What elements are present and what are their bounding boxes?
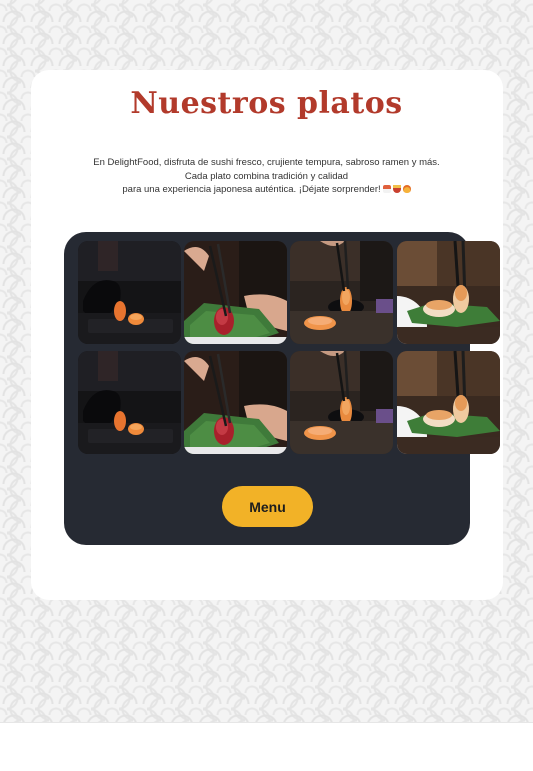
gallery-image-salmon-chopsticks-2[interactable]	[290, 351, 393, 454]
description-line-1: En DelightFood, disfruta de sushi fresco…	[93, 157, 440, 168]
gallery-image-salmon-leaf-plate-2[interactable]	[397, 351, 500, 454]
salmon-leaf-plate-photo	[397, 241, 500, 344]
section-description: En DelightFood, disfruta de sushi fresco…	[40, 156, 493, 197]
ramen-icon	[392, 185, 401, 193]
salmon-chopsticks-photo	[290, 351, 393, 454]
gallery-image-gloved-hand-salmon-2[interactable]	[78, 351, 181, 454]
fire-icon	[402, 185, 411, 193]
tuna-chopsticks-photo	[184, 241, 287, 344]
description-line-3: para una experiencia japonesa auténtica.…	[122, 184, 381, 195]
salmon-chopsticks-photo	[290, 241, 393, 344]
description-line-3-wrapper: para una experiencia japonesa auténtica.…	[40, 183, 493, 197]
description-line-2: Cada plato combina tradición y calidad	[184, 170, 349, 182]
gallery-image-salmon-chopsticks[interactable]	[290, 241, 393, 344]
salmon-leaf-plate-photo	[397, 351, 500, 454]
gallery-image-tuna-chopsticks[interactable]	[184, 241, 287, 344]
section-title: Nuestros platos	[130, 86, 403, 121]
gloved-hand-salmon-photo	[78, 351, 181, 454]
gloved-hand-salmon-photo	[78, 241, 181, 344]
gallery-image-salmon-leaf-plate[interactable]	[397, 241, 500, 344]
menu-button[interactable]: Menu	[222, 486, 313, 527]
gallery-image-gloved-hand-salmon[interactable]	[78, 241, 181, 344]
gallery-image-tuna-chopsticks-2[interactable]	[184, 351, 287, 454]
page-footer-area	[0, 722, 533, 771]
tuna-chopsticks-photo	[184, 351, 287, 454]
sushi-icon	[382, 185, 391, 193]
